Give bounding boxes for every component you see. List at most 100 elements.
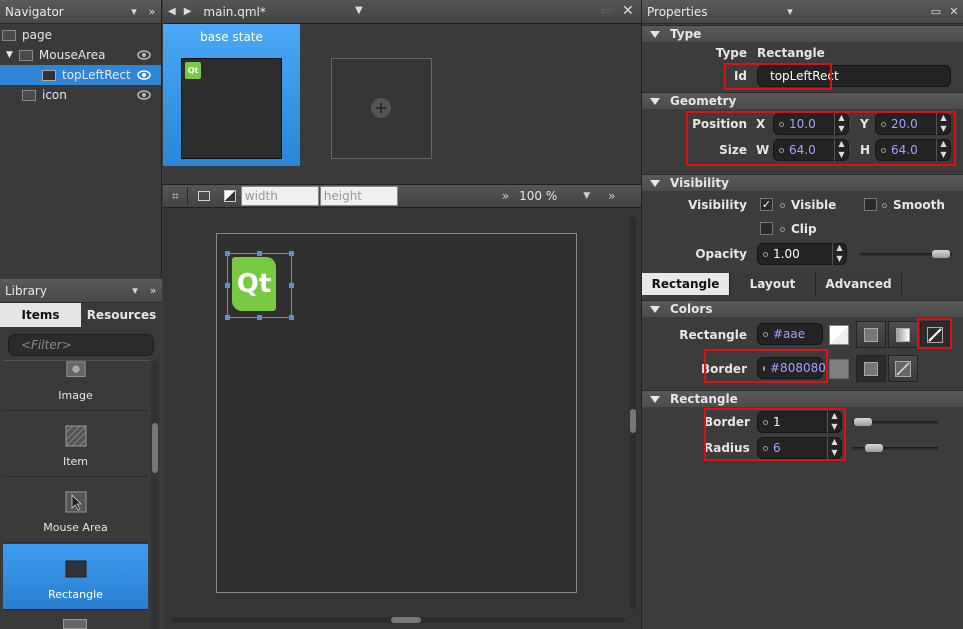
rectangle-color-swatch[interactable] xyxy=(829,325,849,345)
horizontal-scrollbar-thumb[interactable] xyxy=(391,617,421,623)
back-icon[interactable]: ◀ xyxy=(168,6,176,17)
section-visibility[interactable]: Visibility xyxy=(642,174,963,191)
file-dropdown-icon[interactable]: ▼ xyxy=(355,5,363,16)
vertical-scrollbar-thumb[interactable] xyxy=(630,409,636,433)
gradient-button[interactable] xyxy=(888,321,918,348)
canvas-area: Qt xyxy=(163,209,641,629)
nav-item-icon[interactable]: icon xyxy=(0,85,161,105)
more-icon[interactable]: » xyxy=(502,189,509,203)
nav-item-label: MouseArea xyxy=(38,48,106,62)
tab-rectangle[interactable]: Rectangle xyxy=(642,273,730,295)
opacity-spinner[interactable]: ▲ ▼ xyxy=(832,243,846,265)
height-input[interactable]: height xyxy=(319,186,398,206)
tab-items[interactable]: Items xyxy=(0,303,81,327)
radius-slider-knob[interactable] xyxy=(865,444,883,452)
float-icon[interactable]: ▭ xyxy=(927,5,945,18)
smooth-label: Smooth xyxy=(893,198,945,212)
eye-icon[interactable] xyxy=(137,88,151,102)
resize-handle[interactable] xyxy=(289,251,294,256)
eye-icon[interactable] xyxy=(137,68,151,82)
library-item-label: Item xyxy=(62,455,89,468)
library-item-image[interactable]: Image xyxy=(3,361,148,411)
opacity-input[interactable]: 1.00 ▲ ▼ xyxy=(757,243,847,265)
resize-handle[interactable] xyxy=(225,283,230,288)
library-item-mousearea[interactable]: Mouse Area xyxy=(3,477,148,543)
image-icon xyxy=(22,89,36,101)
navigator-expand-icon[interactable]: » xyxy=(143,5,161,18)
resize-handle[interactable] xyxy=(257,251,262,256)
highlight-geometry xyxy=(686,111,956,166)
plus-icon: + xyxy=(371,98,391,118)
snap-icon[interactable]: ⌗ xyxy=(172,189,179,204)
tab-resources[interactable]: Resources xyxy=(81,303,162,327)
width-input[interactable]: width xyxy=(240,186,319,206)
collapse-icon xyxy=(650,30,660,38)
border-color-swatch[interactable] xyxy=(829,359,849,379)
section-colors[interactable]: Colors xyxy=(642,300,963,317)
state-thumbnail: Qt xyxy=(181,58,282,159)
visible-label: Visible xyxy=(791,198,837,212)
nav-item-page[interactable]: page xyxy=(0,25,161,45)
left-panel: Navigator ▾ » page ▼ MouseArea topLeftRe… xyxy=(0,0,162,629)
library-scrollbar-thumb[interactable] xyxy=(152,423,158,473)
forward-icon[interactable]: ▶ xyxy=(184,6,192,17)
close-file-icon[interactable]: ✕ xyxy=(622,3,634,19)
properties-panel: Properties ▾ ▭ ✕ Type Type Rectangle Id … xyxy=(641,0,963,629)
navigator-menu-icon[interactable]: ▾ xyxy=(125,5,143,18)
bounding-box-icon[interactable] xyxy=(197,191,210,201)
file-name[interactable]: main.qml* xyxy=(203,5,265,19)
show-bounds-icon[interactable] xyxy=(223,190,236,202)
resize-handle[interactable] xyxy=(289,283,294,288)
smooth-checkbox[interactable] xyxy=(864,198,877,211)
properties-header: Properties ▾ ▭ ✕ xyxy=(642,0,963,24)
close-icon[interactable]: ✕ xyxy=(945,5,963,18)
cursor-icon xyxy=(65,491,86,513)
visible-checkbox[interactable]: ✓ xyxy=(760,198,773,211)
filter-input[interactable]: <Filter> xyxy=(8,334,154,356)
tab-layout[interactable]: Layout xyxy=(730,273,816,295)
clip-checkbox[interactable] xyxy=(760,222,773,235)
border-none-button[interactable] xyxy=(888,355,918,382)
state-label: base state xyxy=(200,30,263,44)
resize-handle[interactable] xyxy=(257,315,262,320)
border-solid-button[interactable] xyxy=(856,355,886,382)
state-base[interactable]: base state Qt xyxy=(163,24,300,166)
library-scrollbar[interactable] xyxy=(151,361,159,629)
eye-icon[interactable] xyxy=(137,48,151,62)
nav-item-mousearea[interactable]: ▼ MouseArea xyxy=(0,45,161,65)
lock-icon: ▭ xyxy=(601,4,612,17)
add-state-button[interactable]: + xyxy=(331,58,432,159)
resize-handle[interactable] xyxy=(225,315,230,320)
vertical-scrollbar[interactable] xyxy=(630,217,636,609)
library-menu-icon[interactable]: ▾ xyxy=(126,284,144,297)
library-item-rectangle[interactable]: Rectangle xyxy=(3,544,148,610)
library-item-next-icon xyxy=(63,619,87,629)
library-panel: Library ▾ » Items Resources xyxy=(0,279,162,327)
opacity-slider-knob[interactable] xyxy=(932,250,950,258)
library-item-label: Image xyxy=(58,389,93,402)
library-item-item[interactable]: Item xyxy=(3,411,148,477)
more-icon-2[interactable]: » xyxy=(608,189,615,203)
section-rectangle[interactable]: Rectangle xyxy=(642,390,963,407)
zoom-value[interactable]: 100 % xyxy=(519,189,557,203)
border-slider-knob[interactable] xyxy=(854,418,872,426)
rectangle-color-input[interactable]: #aae xyxy=(757,323,823,345)
section-type[interactable]: Type xyxy=(642,25,963,42)
navigator-header: Navigator ▾ » xyxy=(0,0,161,24)
section-geometry[interactable]: Geometry xyxy=(642,92,963,109)
dot-icon xyxy=(780,227,785,232)
nav-item-topleftrect[interactable]: topLeftRect xyxy=(0,65,161,85)
zoom-dropdown-icon[interactable]: ▼ xyxy=(583,191,590,201)
expand-arrow-icon[interactable]: ▼ xyxy=(6,50,13,60)
tab-advanced[interactable]: Advanced xyxy=(816,273,902,295)
resize-handle[interactable] xyxy=(289,315,294,320)
selection-frame[interactable]: Qt xyxy=(225,251,294,320)
solid-color-button[interactable] xyxy=(856,321,886,348)
resize-handle[interactable] xyxy=(225,251,230,256)
separator xyxy=(186,187,188,205)
type-label: Type xyxy=(715,46,747,60)
library-expand-icon[interactable]: » xyxy=(144,284,162,297)
properties-menu-icon[interactable]: ▾ xyxy=(781,5,799,18)
horizontal-scrollbar[interactable] xyxy=(171,617,625,623)
item-icon xyxy=(65,425,86,447)
